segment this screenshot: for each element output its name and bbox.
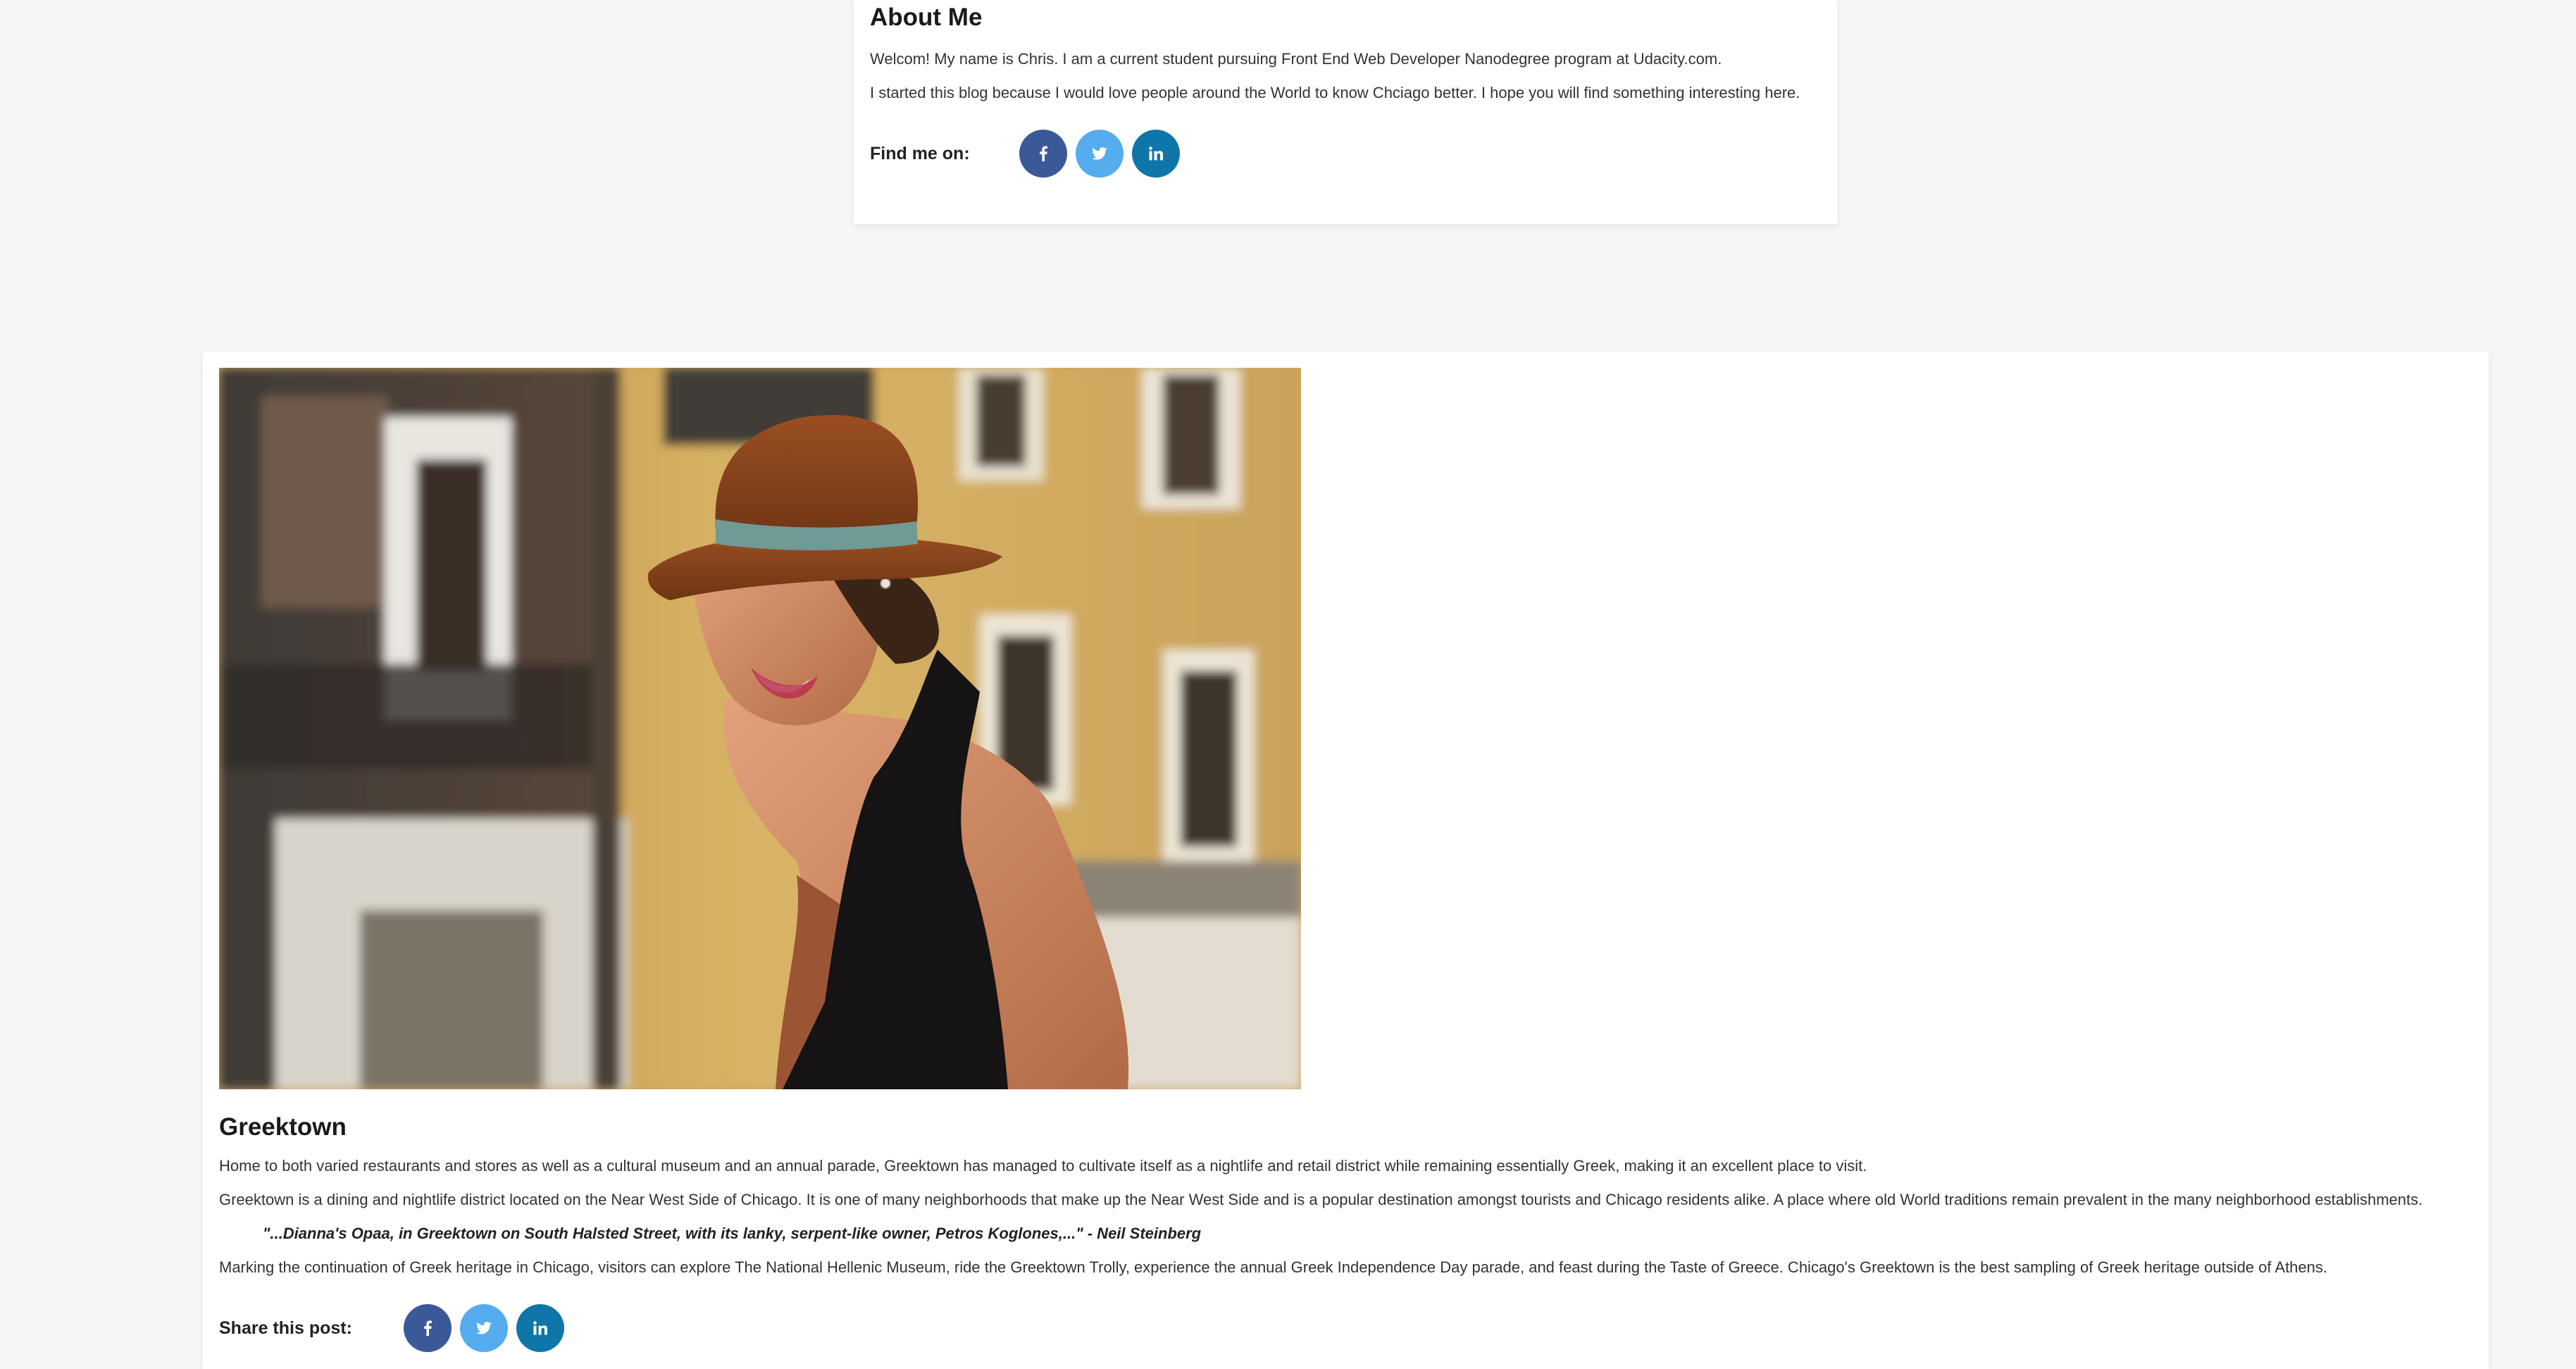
share-row: Share this post: bbox=[219, 1304, 2472, 1352]
twitter-button[interactable] bbox=[1076, 130, 1124, 178]
linkedin-icon bbox=[533, 1321, 547, 1335]
twitter-icon bbox=[476, 1322, 492, 1334]
post-paragraph-3: Marking the continuation of Greek herita… bbox=[219, 1258, 2327, 1276]
share-label: Share this post: bbox=[219, 1318, 352, 1338]
find-me-row: Find me on: bbox=[870, 130, 1821, 178]
post-title: Greektown bbox=[219, 1113, 347, 1141]
facebook-button[interactable] bbox=[1019, 130, 1067, 178]
share-twitter-button[interactable] bbox=[460, 1304, 508, 1352]
share-linkedin-button[interactable] bbox=[516, 1304, 564, 1352]
post-quote: "...Dianna's Opaa, in Greektown on South… bbox=[263, 1225, 1202, 1242]
twitter-icon bbox=[1092, 147, 1107, 160]
share-facebook-button[interactable] bbox=[404, 1304, 452, 1352]
about-me-purpose: I started this blog because I would love… bbox=[870, 84, 1800, 101]
post-paragraph-2: Greektown is a dining and nightlife dist… bbox=[219, 1191, 2423, 1208]
blog-post-card: Greektown Home to both varied restaurant… bbox=[203, 352, 2489, 1369]
post-paragraph-1: Home to both varied restaurants and stor… bbox=[219, 1157, 1867, 1175]
linkedin-button[interactable] bbox=[1132, 130, 1180, 178]
about-me-intro: Welcom! My name is Chris. I am a current… bbox=[870, 50, 1722, 68]
facebook-icon bbox=[424, 1320, 432, 1336]
woman-in-hat-photo bbox=[219, 368, 1301, 1089]
about-me-title: About Me bbox=[870, 4, 983, 31]
find-me-label: Find me on: bbox=[870, 143, 970, 163]
linkedin-icon bbox=[1149, 147, 1163, 161]
about-me-card: About Me Welcom! My name is Chris. I am … bbox=[854, 0, 1837, 224]
post-hero-image bbox=[219, 368, 1301, 1089]
facebook-icon bbox=[1040, 146, 1047, 161]
